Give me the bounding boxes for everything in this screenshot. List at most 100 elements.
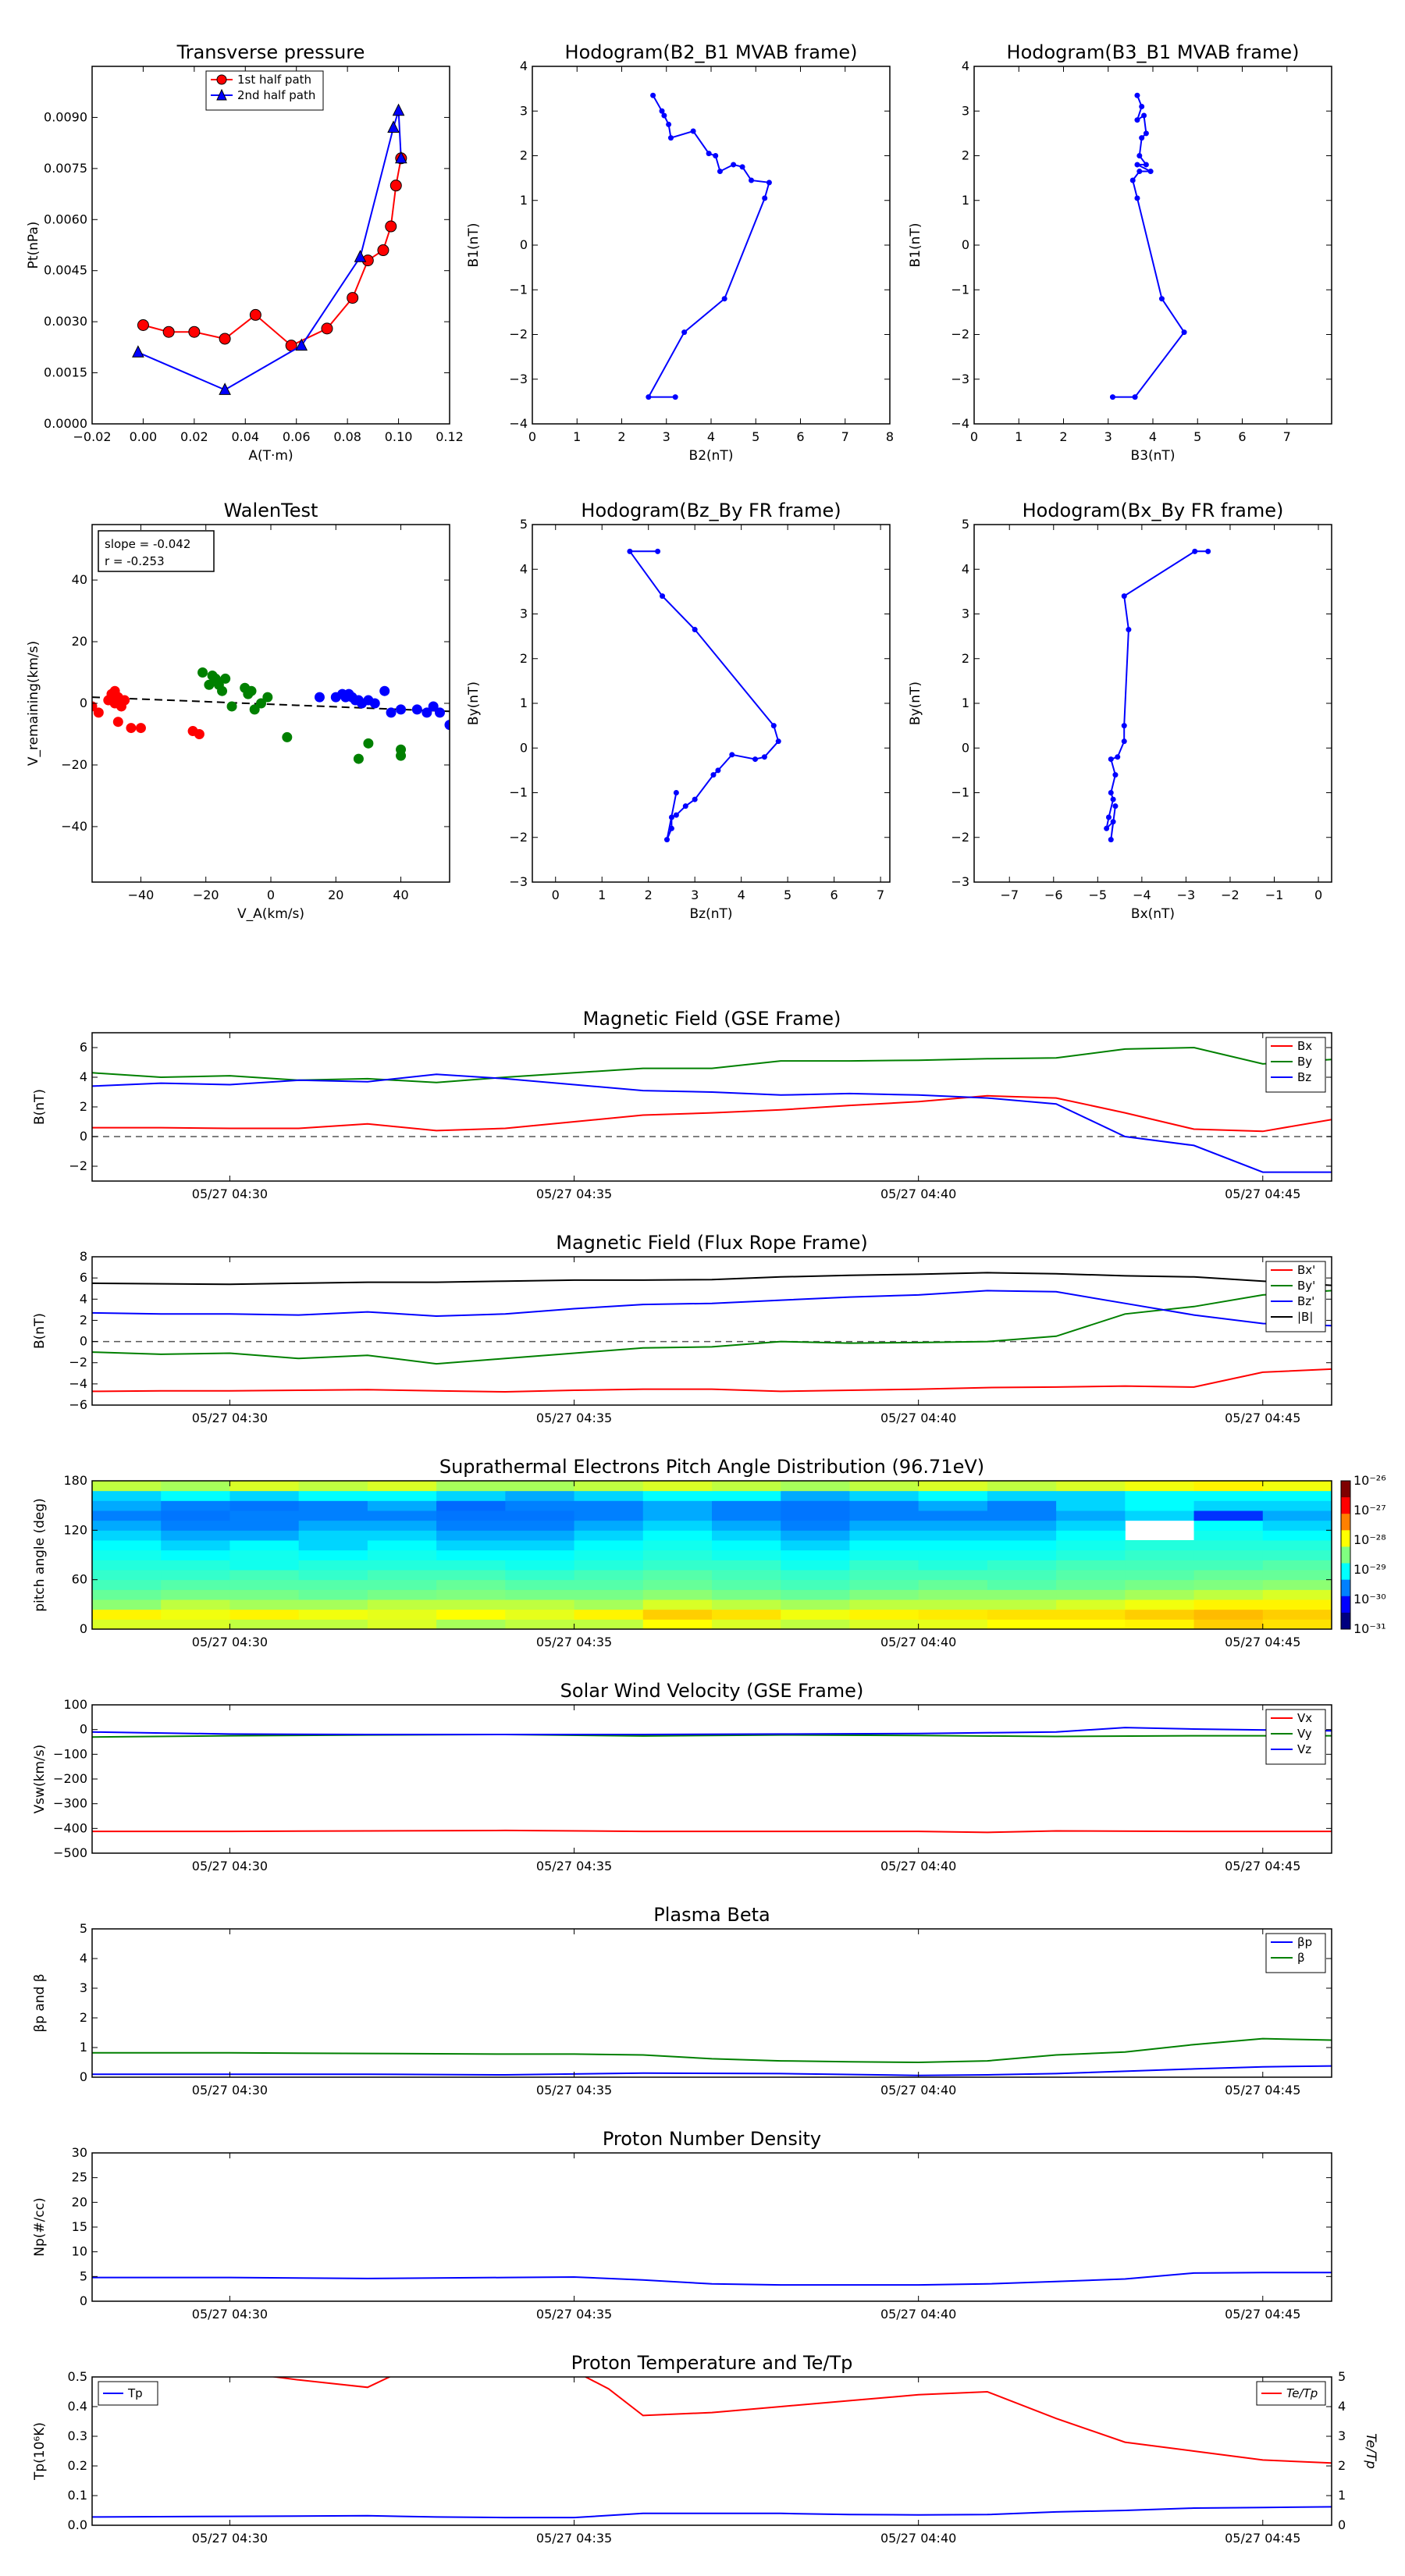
heatmap-cell [849, 1500, 919, 1511]
heatmap-cell [436, 1481, 506, 1492]
heatmap-cell [436, 1500, 506, 1511]
heatmap-cell [367, 1500, 437, 1511]
y-tick-label: −4 [69, 1376, 87, 1391]
heatmap-cell [229, 1510, 300, 1521]
heatmap-cell [1262, 1589, 1332, 1600]
heatmap-cell [781, 1609, 850, 1620]
heatmap-cell [574, 1619, 644, 1629]
legend-label: 2nd half path [237, 88, 315, 102]
heatmap-cell [229, 1599, 300, 1610]
y-tick-label: 60 [72, 1572, 87, 1587]
heatmap-cell [1125, 1579, 1195, 1590]
hodogram-bx-by-marker [1108, 756, 1114, 763]
heatmap-cell [642, 1589, 713, 1600]
legend-label: Bz' [1297, 1294, 1314, 1308]
x-tick-label: 5 [1193, 429, 1201, 444]
y-tick-label: 1 [80, 2040, 87, 2055]
colorbar-label: 10⁻²⁹ [1353, 1562, 1386, 1577]
hodogram-b2-b1-marker [713, 153, 719, 158]
heatmap-cell [781, 1619, 850, 1629]
heatmap-cell [367, 1560, 437, 1571]
heatmap-cell [1056, 1490, 1126, 1501]
heatmap-cell [987, 1530, 1057, 1541]
hodogram-bx-by-marker [1108, 837, 1114, 843]
y2-tick-label: 1 [1338, 2488, 1346, 2503]
transverse-pressure-x-label: A(T·m) [248, 448, 293, 464]
heatmap-cell [367, 1481, 437, 1492]
y-tick-label: −40 [61, 819, 87, 834]
sw-velocity-chart: Solar Wind Velocity (GSE Frame) 05/27 04:… [32, 1680, 1332, 1873]
legend-label: By' [1297, 1279, 1315, 1293]
hodogram-bz-by-chart: Hodogram(Bz_By FR frame) 0 1 2 3 4 5 6 7 −3 −2 −1 0 1… [466, 500, 891, 922]
hodogram-b2-b1-marker [706, 151, 712, 157]
heatmap-cell [712, 1560, 781, 1571]
y-tick-label: 2 [520, 148, 528, 163]
proton-temperature-title: Proton Temperature and Te/Tp [571, 2352, 853, 2374]
y-tick-label: 0.2 [68, 2458, 87, 2473]
heatmap-cell [436, 1589, 506, 1600]
heatmap-cell [712, 1520, 781, 1531]
walen-test-point [363, 738, 374, 749]
y-tick-label: −300 [53, 1796, 87, 1811]
hodogram-b3-b1-marker [1134, 162, 1140, 168]
heatmap-cell [781, 1599, 850, 1610]
x-tick-label: 05/27 04:40 [880, 2531, 956, 2546]
heatmap-cell [849, 1609, 919, 1620]
hodogram-bz-by-marker [627, 548, 633, 554]
heatmap-cell [918, 1530, 988, 1541]
heatmap-cell [505, 1510, 575, 1521]
y-tick-label: 0 [962, 237, 969, 252]
walen-test-point [217, 685, 228, 696]
heatmap-cell [987, 1589, 1057, 1600]
heatmap-cell [92, 1570, 162, 1581]
y-tick-label: 2 [520, 651, 528, 666]
heatmap-cell [574, 1579, 644, 1590]
heatmap-cell [712, 1500, 781, 1511]
heatmap-cell [781, 1500, 850, 1511]
y-tick-label: −20 [61, 757, 87, 772]
heatmap-cell [1193, 1570, 1264, 1581]
x-tick-label: 05/27 04:40 [880, 1635, 956, 1649]
y-tick-label: 4 [520, 561, 528, 576]
x-tick-label: 4 [1149, 429, 1157, 444]
mag-fr-legend [1265, 1261, 1326, 1332]
heatmap-cell [1262, 1490, 1332, 1501]
walen-test-point [246, 685, 257, 696]
heatmap-cell [1125, 1599, 1195, 1610]
heatmap-cell [1193, 1560, 1264, 1571]
mag-gse-chart: Magnetic Field (GSE Frame) 05/27 04:30 05/… [32, 1008, 1332, 1201]
y-tick-label: 10 [72, 2244, 87, 2259]
heatmap-cell [918, 1560, 988, 1571]
hodogram-bx-by-marker [1104, 825, 1110, 831]
heatmap-cell [436, 1570, 506, 1581]
transverse-pressure-series-line [143, 158, 402, 347]
mag-fr-series-line [92, 1290, 1332, 1327]
legend-label: By [1297, 1055, 1312, 1069]
heatmap-cell [987, 1560, 1057, 1571]
heatmap-cell [1262, 1520, 1332, 1531]
hodogram-bz-by-marker [710, 772, 717, 778]
walen-test-chart: WalenTest −40 −20 0 20 40 −40 −20 0 20 40 V_A(km/s)… [26, 500, 450, 922]
x-tick-label: 6 [796, 429, 804, 444]
heatmap-cell [1262, 1540, 1332, 1551]
y-tick-label: 0 [80, 2293, 87, 2308]
heatmap-cell [1193, 1550, 1264, 1560]
colorbar-label: 10⁻³⁰ [1353, 1592, 1386, 1606]
heatmap-cell [918, 1481, 988, 1492]
proton-density-frame [91, 2152, 1332, 2302]
hodogram-bx-by-plot-area [1104, 548, 1211, 843]
x-tick-label: −20 [193, 888, 219, 902]
hodogram-b2-b1-frame [532, 66, 891, 425]
heatmap-cell [1193, 1510, 1264, 1521]
heatmap-cell [849, 1550, 919, 1560]
hodogram-bz-by-marker [692, 627, 698, 633]
x-tick-label: 6 [1238, 429, 1246, 444]
hodogram-b2-b1-marker [731, 162, 737, 168]
heatmap-cell [298, 1530, 368, 1541]
mag-gse-title: Magnetic Field (GSE Frame) [583, 1008, 841, 1030]
heatmap-cell [161, 1560, 230, 1571]
proton-temperature-y-label: Tp(10⁶K) [32, 2422, 48, 2481]
heatmap-cell [574, 1530, 644, 1541]
heatmap-cell [1125, 1490, 1195, 1501]
heatmap-cell [1056, 1520, 1126, 1531]
